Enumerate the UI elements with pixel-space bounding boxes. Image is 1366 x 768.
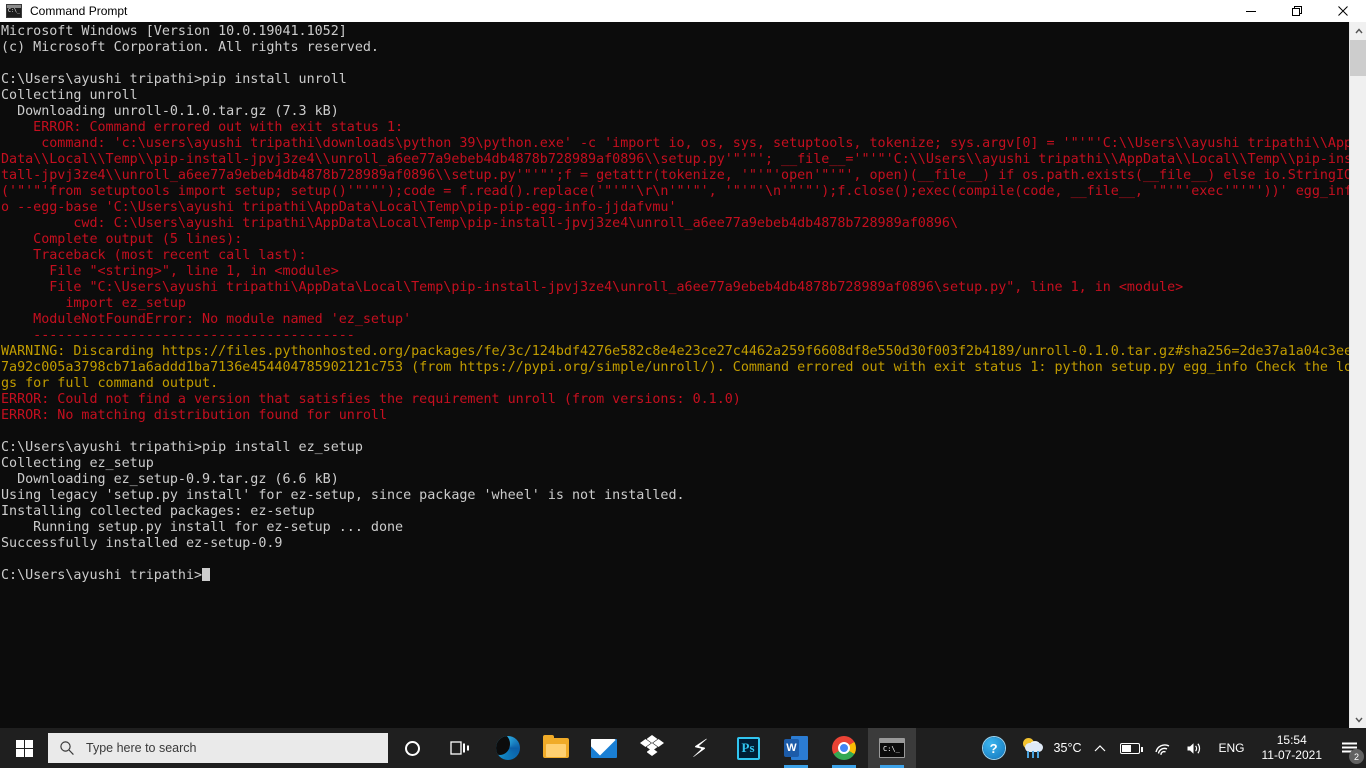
search-input[interactable]: Type here to search xyxy=(48,733,388,763)
console-line: Downloading ez_setup-0.9.tar.gz (6.6 kB) xyxy=(1,472,339,487)
window-title: Command Prompt xyxy=(30,4,128,18)
console-line: command: 'c:\users\ayushi tripathi\downl… xyxy=(1,136,1349,151)
clock-date: 11-07-2021 xyxy=(1261,748,1323,762)
start-button[interactable] xyxy=(0,728,48,768)
weather-icon xyxy=(1022,738,1046,758)
taskbar-item-mail[interactable] xyxy=(580,728,628,768)
taskbar-item-cmd[interactable]: C:\_ xyxy=(868,728,916,768)
mail-icon xyxy=(591,738,617,758)
console-line: WARNING: Discarding https://files.python… xyxy=(1,344,1349,359)
edge-icon xyxy=(496,736,520,760)
taskbar: Type here to search ⚡ Ps W C:\_ ? 35°C E… xyxy=(0,728,1366,768)
console-line: ERROR: No matching distribution found fo… xyxy=(1,408,388,423)
console-line: ('"'"'from setuptools import setup; setu… xyxy=(1,184,1349,199)
task-view-button[interactable] xyxy=(436,728,484,768)
console-output[interactable]: Microsoft Windows [Version 10.0.19041.10… xyxy=(0,22,1349,728)
windows-logo-icon xyxy=(15,739,33,757)
console-line: ERROR: Could not find a version that sat… xyxy=(1,392,741,407)
console-line: Collecting ez_setup xyxy=(1,456,154,471)
temperature-label: 35°C xyxy=(1053,741,1082,755)
file-explorer-icon xyxy=(543,735,569,758)
console-area[interactable]: Microsoft Windows [Version 10.0.19041.10… xyxy=(0,22,1366,728)
console-scrollbar[interactable] xyxy=(1349,22,1366,728)
scroll-down-arrow[interactable] xyxy=(1350,711,1366,728)
console-line: cwd: C:\Users\ayushi tripathi\AppData\Lo… xyxy=(1,216,958,231)
console-line: Collecting unroll xyxy=(1,88,138,103)
cmd-icon xyxy=(6,4,22,18)
console-line: Complete output (5 lines): xyxy=(1,232,243,247)
console-line: (c) Microsoft Corporation. All rights re… xyxy=(1,40,379,55)
console-line: Traceback (most recent call last): xyxy=(1,248,307,263)
console-line: ERROR: Command errored out with exit sta… xyxy=(1,120,404,135)
weather-widget[interactable]: 35°C xyxy=(1012,738,1088,758)
photoshop-icon: Ps xyxy=(736,736,760,760)
help-tray-button[interactable]: ? xyxy=(976,728,1012,768)
console-line: gs for full command output. xyxy=(1,376,219,391)
scrollbar-thumb[interactable] xyxy=(1350,40,1366,76)
minimize-button[interactable] xyxy=(1228,0,1274,22)
taskbar-item-chrome[interactable] xyxy=(820,728,868,768)
console-line: Data\\Local\\Temp\\pip-install-jpvj3ze4\… xyxy=(1,152,1349,167)
console-line: import ez_setup xyxy=(1,296,186,311)
notification-count-badge: 2 xyxy=(1349,749,1364,764)
console-line: Installing collected packages: ez-setup xyxy=(1,504,315,519)
console-line: Downloading unroll-0.1.0.tar.gz (7.3 kB) xyxy=(1,104,339,119)
system-tray: ? 35°C ENG 15:54 11-07-2021 2 xyxy=(976,728,1366,768)
volume-button[interactable] xyxy=(1179,728,1211,768)
task-view-icon xyxy=(450,741,469,755)
chrome-icon xyxy=(832,736,856,760)
taskbar-item-word[interactable]: W xyxy=(772,728,820,768)
console-line: o --egg-base 'C:\Users\ayushi tripathi\A… xyxy=(1,200,677,215)
taskbar-item-explorer[interactable] xyxy=(532,728,580,768)
cortana-button[interactable] xyxy=(388,728,436,768)
console-line: Using legacy 'setup.py install' for ez-s… xyxy=(1,488,685,503)
command-prompt-window: Command Prompt Microsoft Windows [Versio… xyxy=(0,0,1366,728)
console-line: tall-jpvj3ze4\\unroll_a6ee77a9ebeb4db487… xyxy=(1,168,1349,183)
battery-button[interactable] xyxy=(1113,728,1147,768)
clock-time: 15:54 xyxy=(1276,733,1307,747)
show-hidden-icons-button[interactable] xyxy=(1087,728,1113,768)
console-line: File "C:\Users\ayushi tripathi\AppData\L… xyxy=(1,280,1184,295)
cortana-icon xyxy=(404,740,420,756)
taskbar-item-bolt[interactable]: ⚡ xyxy=(676,728,724,768)
window-controls xyxy=(1228,0,1366,22)
console-line: C:\Users\ayushi tripathi>pip install ez_… xyxy=(1,440,363,455)
dropbox-icon xyxy=(640,735,664,759)
chevron-up-icon xyxy=(1095,744,1106,751)
search-icon xyxy=(48,740,86,756)
search-placeholder: Type here to search xyxy=(86,741,197,755)
prompt-path: C:\Users\ayushi tripathi> xyxy=(1,568,203,583)
title-bar[interactable]: Command Prompt xyxy=(0,0,1366,22)
network-button[interactable] xyxy=(1147,728,1179,768)
lightning-bolt-icon: ⚡ xyxy=(691,733,709,763)
help-icon: ? xyxy=(982,737,1005,759)
console-line: Microsoft Windows [Version 10.0.19041.10… xyxy=(1,24,347,39)
console-line: Running setup.py install for ez-setup ..… xyxy=(1,520,404,535)
maximize-button[interactable] xyxy=(1274,0,1320,22)
console-line: Successfully installed ez-setup-0.9 xyxy=(1,536,283,551)
taskbar-item-dropbox[interactable] xyxy=(628,728,676,768)
notifications-button[interactable]: 2 xyxy=(1332,728,1366,768)
close-button[interactable] xyxy=(1320,0,1366,22)
language-indicator[interactable]: ENG xyxy=(1211,728,1251,768)
command-prompt-icon: C:\_ xyxy=(879,738,905,758)
console-line: 7a92c005a3798cb71a6addd1ba7136e454404785… xyxy=(1,360,1349,375)
taskbar-item-edge[interactable] xyxy=(484,728,532,768)
console-prompt-line[interactable]: C:\Users\ayushi tripathi> xyxy=(1,568,1349,584)
wifi-icon xyxy=(1155,743,1170,755)
console-line: File "<string>", line 1, in <module> xyxy=(1,264,339,279)
clock[interactable]: 15:54 11-07-2021 xyxy=(1252,733,1333,763)
console-line: ---------------------------------------- xyxy=(1,328,355,343)
word-icon: W xyxy=(784,736,808,760)
volume-icon xyxy=(1187,742,1201,754)
console-line: C:\Users\ayushi tripathi>pip install unr… xyxy=(1,72,347,87)
scroll-up-arrow[interactable] xyxy=(1350,22,1366,39)
battery-icon xyxy=(1120,742,1144,754)
console-line: ModuleNotFoundError: No module named 'ez… xyxy=(1,312,412,327)
text-cursor xyxy=(202,568,211,581)
taskbar-item-photoshop[interactable]: Ps xyxy=(724,728,772,768)
